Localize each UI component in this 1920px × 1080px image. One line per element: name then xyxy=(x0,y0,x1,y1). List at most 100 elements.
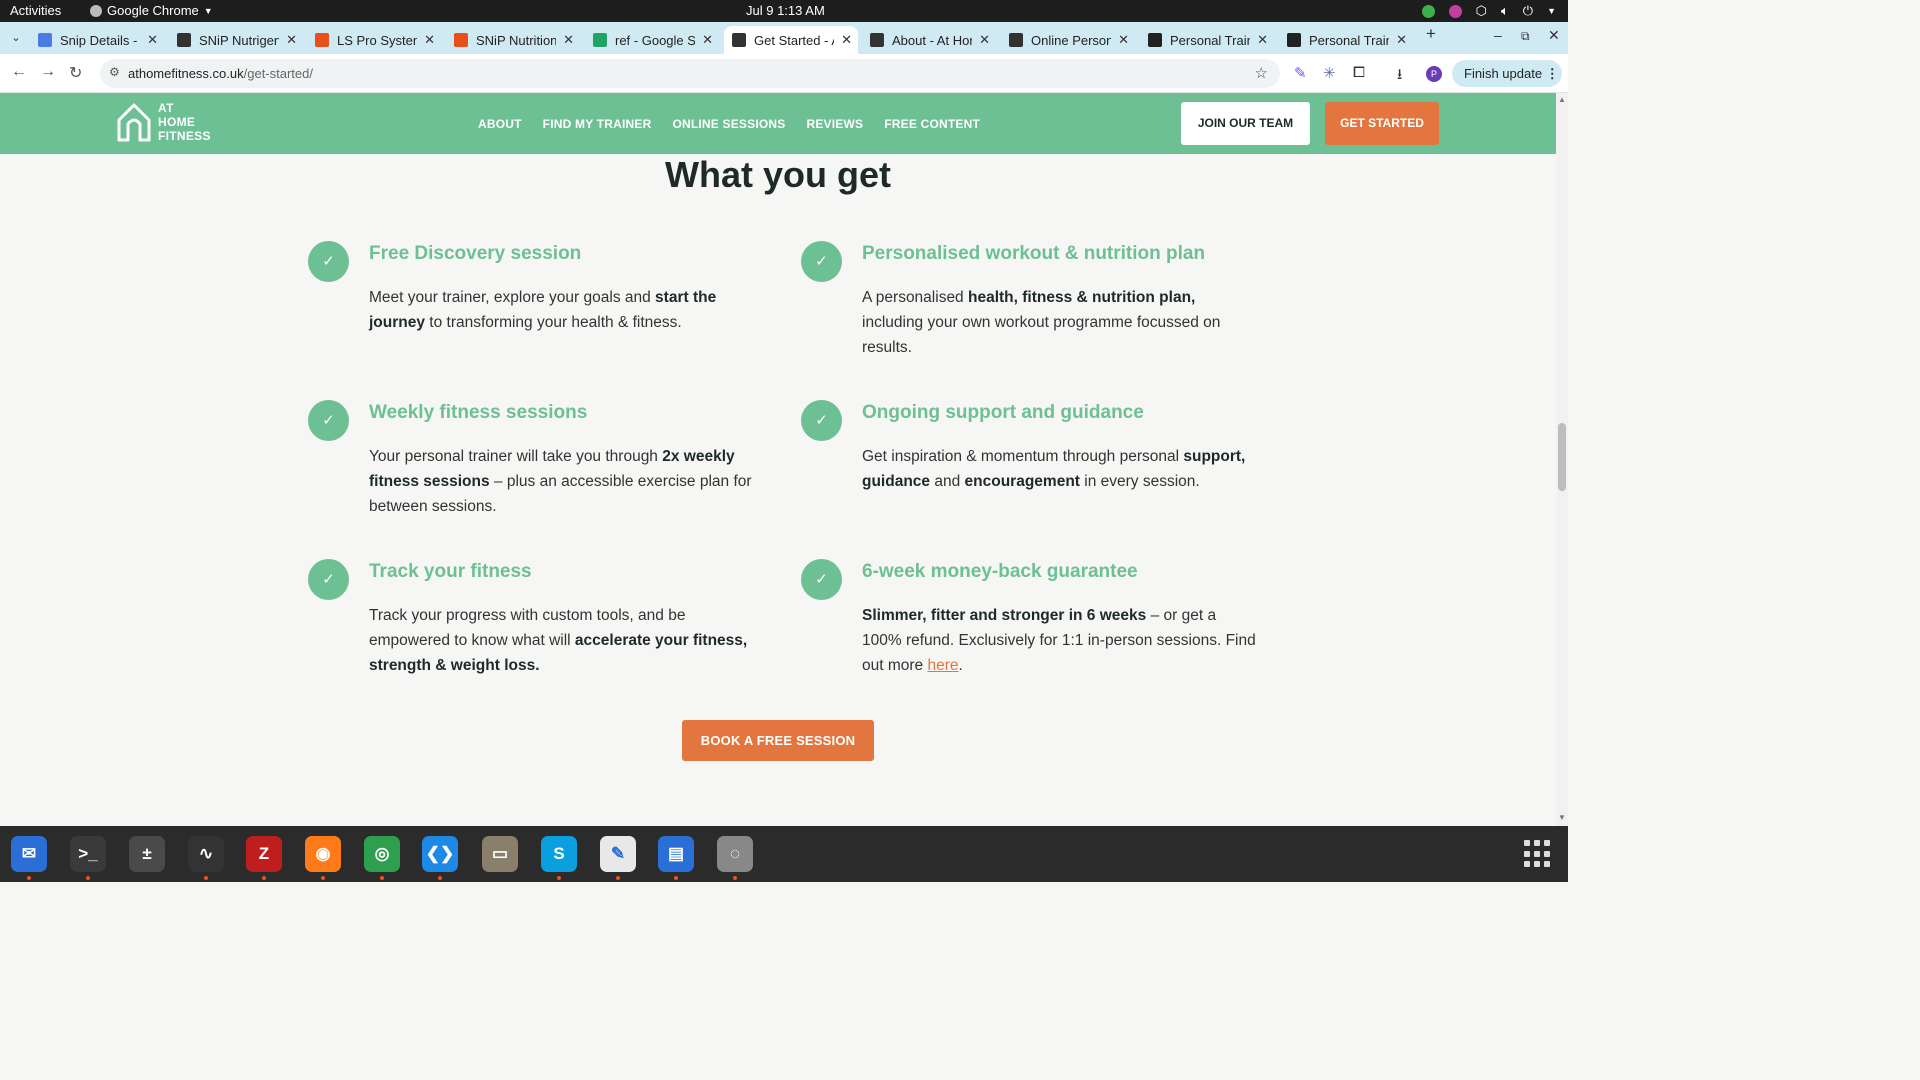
tab-6[interactable]: Get Started - A ✕ xyxy=(724,26,858,54)
body-text: Meet your trainer, explore your goals an… xyxy=(369,289,656,306)
feature-description: Meet your trainer, explore your goals an… xyxy=(369,285,764,335)
tab-search-icon[interactable]: ⌄ xyxy=(6,28,26,48)
color-picker-icon[interactable] xyxy=(1448,4,1462,18)
nav-free-content[interactable]: FREE CONTENT xyxy=(884,117,980,131)
scroll-down-icon[interactable]: ▼ xyxy=(1558,813,1566,822)
reload-icon[interactable]: ↻ xyxy=(69,63,82,83)
disk-icon[interactable]: ◌ xyxy=(717,836,753,872)
nav-about[interactable]: ABOUT xyxy=(478,117,522,131)
new-tab-button[interactable]: + xyxy=(1426,24,1436,44)
activities-button[interactable]: Activities xyxy=(10,3,61,18)
join-our-team-button[interactable]: JOIN OUR TEAM xyxy=(1181,102,1310,145)
text-editor-icon[interactable]: ✎ xyxy=(600,836,636,872)
filezilla-icon[interactable]: Z xyxy=(246,836,282,872)
close-window-icon[interactable]: ✕ xyxy=(1548,27,1560,44)
thunderbird-icon[interactable]: ✉ xyxy=(11,836,47,872)
tab-label: Get Started - A xyxy=(754,32,834,48)
running-indicator xyxy=(733,876,737,880)
tab-10[interactable]: Personal Traini ✕ xyxy=(1279,26,1413,54)
caret-down-icon: ▼ xyxy=(203,5,213,16)
writer-icon[interactable]: ▤ xyxy=(658,836,694,872)
emphasis-text: encouragement xyxy=(964,473,1080,490)
tab-5[interactable]: ref - Google Sh ✕ xyxy=(585,26,719,54)
tab-9[interactable]: Personal Traini ✕ xyxy=(1140,26,1274,54)
emphasis-text: health, fitness & nutrition plan, xyxy=(968,289,1196,306)
tab-close-icon[interactable]: ✕ xyxy=(424,32,435,48)
get-started-button[interactable]: GET STARTED xyxy=(1325,102,1439,145)
extensions-icon[interactable]: ⧠ xyxy=(1353,64,1365,81)
nav-reviews[interactable]: REVIEWS xyxy=(806,117,863,131)
system-tray[interactable]: ⬡ 🔈︎ ⏻ ▼ xyxy=(1421,3,1556,19)
scroll-up-icon[interactable]: ▲ xyxy=(1558,95,1566,104)
feature-title: Weekly fitness sessions xyxy=(369,402,588,423)
book-free-session-button[interactable]: BOOK A FREE SESSION xyxy=(682,720,874,761)
running-indicator xyxy=(262,876,266,880)
snowflake-extension-icon[interactable]: ✳ xyxy=(1323,64,1336,82)
minimize-icon[interactable]: – xyxy=(1494,27,1502,43)
tab-7[interactable]: About - At Hom ✕ xyxy=(862,26,996,54)
back-icon[interactable]: ← xyxy=(11,63,27,81)
more-menu-icon: ⋮ xyxy=(1545,66,1559,81)
tab-close-icon[interactable]: ✕ xyxy=(1118,32,1129,48)
restore-icon[interactable]: ⧉ xyxy=(1521,29,1530,44)
vscode-icon[interactable]: ❮❯ xyxy=(422,836,458,872)
tab-close-icon[interactable]: ✕ xyxy=(147,32,158,48)
tab-close-icon[interactable]: ✕ xyxy=(286,32,297,48)
scrollbar-thumb[interactable] xyxy=(1558,423,1566,491)
profile-avatar[interactable]: P xyxy=(1426,66,1442,82)
url-text[interactable]: athomefitness.co.uk/get-started/ xyxy=(128,66,313,81)
body-text: and xyxy=(930,473,965,490)
running-indicator xyxy=(616,876,620,880)
pen-extension-icon[interactable]: ✎ xyxy=(1294,64,1307,82)
site-logo[interactable]: AT HOME FITNESS xyxy=(116,101,211,143)
body-text: including your own workout programme foc… xyxy=(862,314,1221,356)
skype-icon[interactable]: S xyxy=(541,836,577,872)
bookmark-star-icon[interactable]: ☆ xyxy=(1255,64,1268,82)
volume-icon[interactable]: 🔈︎ xyxy=(1501,3,1509,19)
power-icon[interactable]: ⏻ xyxy=(1523,3,1533,19)
shield-check-icon[interactable] xyxy=(1421,4,1435,18)
tray-caret-icon[interactable]: ▼ xyxy=(1547,6,1556,16)
tab-close-icon[interactable]: ✕ xyxy=(563,32,574,48)
tab-close-icon[interactable]: ✕ xyxy=(1396,32,1407,48)
calculator-icon[interactable]: ± xyxy=(129,836,165,872)
firefox-icon[interactable]: ◉ xyxy=(305,836,341,872)
tab-close-icon[interactable]: ✕ xyxy=(1257,32,1268,48)
running-indicator xyxy=(438,876,442,880)
tab-2[interactable]: SNiP Nutrigeno ✕ xyxy=(169,26,303,54)
running-indicator xyxy=(27,876,31,880)
tab-1[interactable]: Snip Details - G ✕ xyxy=(30,26,164,54)
tab-4[interactable]: SNiP Nutrition ✕ xyxy=(446,26,580,54)
system-monitor-icon[interactable]: ∿ xyxy=(188,836,224,872)
tab-close-icon[interactable]: ✕ xyxy=(979,32,990,48)
body-text: to transforming your health & fitness. xyxy=(424,314,682,331)
page-scrollbar[interactable]: ▲ ▼ xyxy=(1556,93,1568,826)
tab-close-icon[interactable]: ✕ xyxy=(702,32,713,48)
body-text: in every session. xyxy=(1079,473,1200,490)
athome-icon xyxy=(1009,33,1023,47)
network-icon[interactable]: ⬡ xyxy=(1476,3,1487,19)
nav-find-my-trainer[interactable]: FIND MY TRAINER xyxy=(543,117,652,131)
download-icon[interactable]: ⭳ xyxy=(1397,64,1402,89)
forward-icon[interactable]: → xyxy=(40,63,56,81)
app-menu[interactable]: Google Chrome ▼ xyxy=(90,3,213,18)
address-bar[interactable]: ⚙ athomefitness.co.uk/get-started/ ☆ xyxy=(100,59,1280,88)
nav-online-sessions[interactable]: ONLINE SESSIONS xyxy=(672,117,785,131)
show-apps-icon[interactable] xyxy=(1524,840,1552,868)
logo-line: FITNESS xyxy=(158,129,211,143)
chrome-icon[interactable]: ◎ xyxy=(364,836,400,872)
tab-label: About - At Hom xyxy=(892,32,972,48)
tab-3[interactable]: LS Pro System ✕ xyxy=(307,26,441,54)
finish-update-button[interactable]: Finish update ⋮ xyxy=(1452,60,1562,87)
tab-8[interactable]: Online Persona ✕ xyxy=(1001,26,1135,54)
find-out-more-link[interactable]: here xyxy=(927,657,958,674)
tab-strip: ⌄ Snip Details - G✕SNiP Nutrigeno✕LS Pro… xyxy=(0,22,1568,54)
clock[interactable]: Jul 9 1:13 AM xyxy=(746,3,825,18)
tab-label: SNiP Nutrition xyxy=(476,32,556,48)
tab-close-icon[interactable]: ✕ xyxy=(841,32,852,48)
terminal-icon[interactable]: >_ xyxy=(70,836,106,872)
site-info-icon[interactable]: ⚙ xyxy=(109,65,120,79)
files-icon[interactable]: ▭ xyxy=(482,836,518,872)
dock: ✉ >_ ± ∿ Z ◉ ◎ ❮❯ ▭ S ✎ ▤ ◌ xyxy=(0,826,1568,882)
home-logo-icon xyxy=(117,103,151,142)
